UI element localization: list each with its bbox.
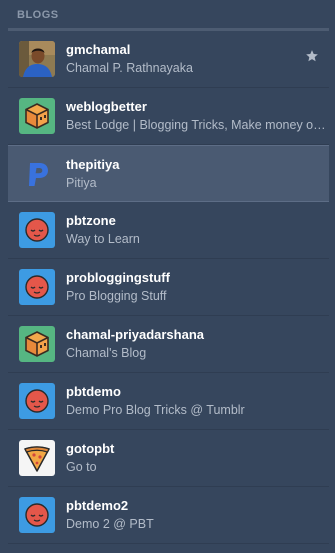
face-avatar-blue [19, 269, 55, 305]
star-icon[interactable] [305, 49, 319, 63]
blog-name: problogging­stuff [66, 270, 170, 285]
blog-item-gmchamal[interactable]: gmchamal Chamal P. Rathnayaka [8, 31, 329, 88]
blog-description: Best Lodge | Blogging Tricks, Make money… [66, 118, 328, 132]
blog-description: Chamal's Blog [66, 346, 147, 360]
blog-name: pbtdemo [66, 384, 121, 399]
blogs-panel: BLOGS gmchamal Chamal P. Rathnayaka webl… [0, 0, 335, 553]
blog-name: pbtzone [66, 213, 116, 228]
blog-description: Pro Blogging Stuff [66, 289, 167, 303]
face-avatar-blue [19, 497, 55, 533]
face-avatar-blue [19, 212, 55, 248]
blog-item-pbtdemo[interactable]: pbtdemo Demo Pro Blog Tricks @ Tumblr [8, 373, 329, 430]
blog-description: Pitiya [66, 176, 97, 190]
section-title: BLOGS [17, 9, 59, 21]
blog-name: pbtdemo2 [66, 498, 129, 513]
photo-avatar [19, 41, 55, 77]
blog-name: gmchamal [66, 42, 131, 57]
blog-item-weblogbetter[interactable]: weblogbetter Best Lodge | Blogging Trick… [8, 88, 329, 145]
blog-item-thepitiya[interactable]: thepitiya Pitiya [8, 145, 329, 202]
blog-description: Demo 2 @ PBT [66, 517, 154, 531]
blog-name: weblogbetter [66, 99, 147, 114]
blog-name: thepitiya [66, 157, 120, 172]
blog-item-probloggingstuff[interactable]: problogging­stuff Pro Blogging Stuff [8, 259, 329, 316]
p-letter-avatar [19, 156, 55, 192]
blog-item-pbtdemo2[interactable]: pbtdemo2 Demo 2 @ PBT [8, 487, 329, 544]
blog-item-pbtzone[interactable]: pbtzone Way to Learn [8, 202, 329, 259]
blog-item-gotopbt[interactable]: gotopbt Go to [8, 430, 329, 487]
cube-avatar-green [19, 98, 55, 134]
blog-description: Chamal P. Rathnayaka [66, 61, 193, 75]
blog-name: gotopbt [66, 441, 115, 456]
pizza-avatar-white [19, 440, 55, 476]
blog-description: Go to [66, 460, 97, 474]
blog-item-chamal-priyadarshana[interactable]: chamal-priyadarshana Chamal's Blog [8, 316, 329, 373]
blog-description: Demo Pro Blog Tricks @ Tumblr [66, 403, 245, 417]
face-avatar-blue [19, 383, 55, 419]
cube-avatar-green [19, 326, 55, 362]
blog-description: Way to Learn [66, 232, 140, 246]
blog-name: chamal-priyadarshana [66, 327, 205, 342]
blog-list: gmchamal Chamal P. Rathnayaka weblogbett… [8, 31, 329, 544]
